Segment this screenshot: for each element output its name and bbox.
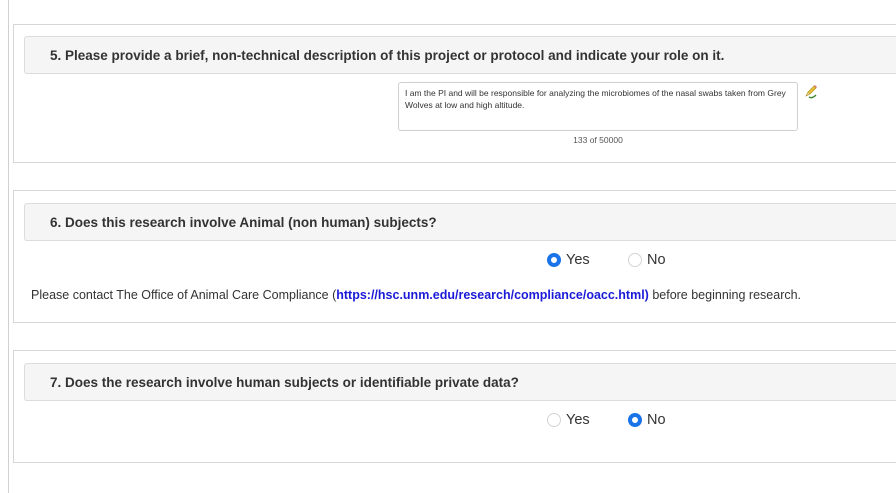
note-prefix: Please contact The Office of Animal Care…: [31, 288, 337, 302]
question-7-panel: 7. Does the research involve human subje…: [13, 350, 896, 463]
question-6-panel: 6. Does this research involve Animal (no…: [13, 190, 896, 323]
description-textarea[interactable]: I am the PI and will be responsible for …: [398, 82, 798, 131]
animal-no-radio[interactable]: No: [628, 252, 666, 268]
animal-yes-radio[interactable]: Yes: [547, 252, 590, 268]
pencil-edit-icon[interactable]: [803, 83, 819, 99]
question-7-header: 7. Does the research involve human subje…: [24, 363, 896, 401]
radio-selected-icon: [628, 413, 642, 427]
left-divider: [8, 0, 9, 493]
human-no-label: No: [647, 412, 666, 428]
question-7-title: 7. Does the research involve human subje…: [50, 375, 519, 390]
question-5-header: 5. Please provide a brief, non-technical…: [24, 36, 896, 74]
radio-selected-icon: [547, 253, 561, 267]
human-yes-radio[interactable]: Yes: [547, 412, 590, 428]
question-5-panel: 5. Please provide a brief, non-technical…: [13, 24, 896, 163]
radio-unselected-icon: [547, 413, 561, 427]
human-yes-label: Yes: [566, 412, 590, 428]
radio-unselected-icon: [628, 253, 642, 267]
question-6-header: 6. Does this research involve Animal (no…: [24, 203, 896, 241]
question-5-title: 5. Please provide a brief, non-technical…: [50, 48, 725, 63]
human-no-radio[interactable]: No: [628, 412, 666, 428]
animal-care-note: Please contact The Office of Animal Care…: [31, 288, 801, 302]
character-count: 133 of 50000: [573, 135, 623, 145]
question-6-title: 6. Does this research involve Animal (no…: [50, 215, 437, 230]
note-suffix: before beginning research.: [648, 288, 802, 302]
oacc-link[interactable]: https://hsc.unm.edu/research/compliance/…: [336, 288, 649, 302]
animal-yes-label: Yes: [566, 252, 590, 268]
animal-no-label: No: [647, 252, 666, 268]
